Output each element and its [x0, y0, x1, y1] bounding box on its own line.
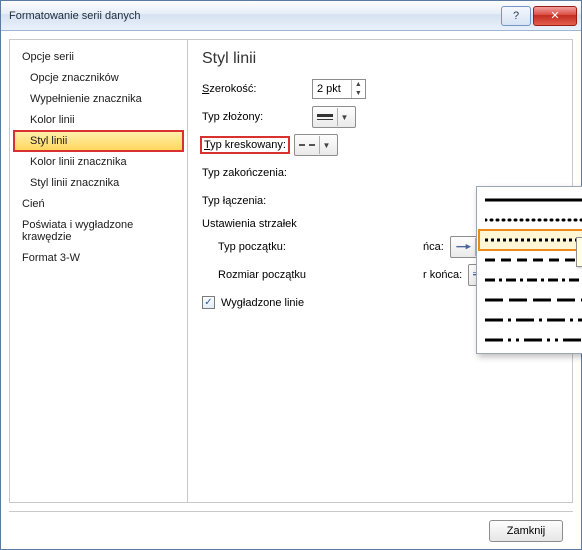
width-value: 2 pkt: [313, 83, 351, 95]
panel-heading: Styl linii: [202, 50, 558, 68]
row-dash: Typ kreskowany: ▼: [202, 134, 558, 156]
close-icon: ✕: [550, 9, 559, 22]
spinner-arrows: ▲ ▼: [351, 80, 365, 98]
dialog-window: Formatowanie serii danych ? ✕ Opcje seri…: [0, 0, 582, 550]
dialog-body: Opcje serii Opcje znaczników Wypełnienie…: [1, 31, 581, 511]
dash-option-square-dot[interactable]: [480, 231, 582, 249]
help-button[interactable]: ?: [501, 6, 531, 26]
window-title: Formatowanie serii danych: [9, 10, 499, 22]
compound-type-combo[interactable]: ▼: [312, 106, 356, 128]
dialog-footer: Zamknij: [9, 511, 573, 549]
help-icon: ?: [513, 10, 519, 22]
cap-label: Typ zakończenia:: [202, 167, 312, 179]
compound-preview-icon: [317, 114, 333, 121]
chevron-down-icon: ▼: [337, 108, 351, 126]
dash-option-dash-dot[interactable]: [480, 271, 582, 289]
width-spinner[interactable]: 2 pkt ▲ ▼: [312, 79, 366, 99]
dash-preview-icon: [299, 144, 315, 146]
dash-option-long-dash[interactable]: [480, 291, 582, 309]
smoothed-checkbox[interactable]: ✓: [202, 296, 215, 309]
row-cap: Typ zakończenia:: [202, 162, 558, 184]
category-nav: Opcje serii Opcje znaczników Wypełnienie…: [9, 39, 187, 503]
width-label: Szerokość:: [202, 83, 312, 95]
nav-item-opcje-serii[interactable]: Opcje serii: [14, 47, 183, 67]
nav-item-styl-linii-znacznika[interactable]: Styl linii znacznika: [14, 173, 183, 193]
chevron-down-icon: ▼: [319, 136, 333, 154]
begin-type-label: Typ początku:: [218, 241, 328, 253]
nav-item-kolor-linii[interactable]: Kolor linii: [14, 110, 183, 130]
nav-item-poswiata[interactable]: Poświata i wygładzone krawędzie: [14, 215, 183, 247]
spinner-down-icon[interactable]: ▼: [352, 89, 365, 98]
dash-type-combo[interactable]: ▼: [294, 134, 338, 156]
nav-item-format-3w[interactable]: Format 3-W: [14, 248, 183, 268]
close-button-label: Zamknij: [507, 525, 546, 537]
settings-panel: Styl linii Szerokość: 2 pkt ▲ ▼ Typ złoż…: [187, 39, 573, 503]
nav-item-cien[interactable]: Cień: [14, 194, 183, 214]
smoothed-label: Wygładzone linie: [221, 297, 304, 309]
arrow-end-preview-icon: [455, 244, 471, 249]
end-type-label-partial: ńca:: [423, 241, 444, 253]
dash-option-round-dot[interactable]: [480, 211, 582, 229]
spinner-up-icon[interactable]: ▲: [352, 80, 365, 89]
nav-item-styl-linii[interactable]: Styl linii: [14, 131, 183, 151]
row-compound: Typ złożony: ▼: [202, 106, 558, 128]
close-button[interactable]: Zamknij: [489, 520, 563, 542]
begin-size-label: Rozmiar początku: [218, 269, 328, 281]
titlebar: Formatowanie serii danych ? ✕: [1, 1, 581, 31]
dash-option-long-dash-dot-dot[interactable]: [480, 331, 582, 349]
dash-label: Typ kreskowany:: [202, 138, 288, 152]
dash-option-solid[interactable]: [480, 191, 582, 209]
dash-type-dropdown: [476, 186, 582, 354]
dash-option-dash[interactable]: [480, 251, 582, 269]
nav-item-opcje-znacznikow[interactable]: Opcje znaczników: [14, 68, 183, 88]
nav-item-wypelnienie-znacznika[interactable]: Wypełnienie znacznika: [14, 89, 183, 109]
dash-option-tooltip: Kwadratowa kropka: [576, 237, 582, 267]
compound-label: Typ złożony:: [202, 111, 312, 123]
dash-option-long-dash-dot[interactable]: [480, 311, 582, 329]
close-window-button[interactable]: ✕: [533, 6, 577, 26]
nav-item-kolor-linii-znacznika[interactable]: Kolor linii znacznika: [14, 152, 183, 172]
row-width: Szerokość: 2 pkt ▲ ▼: [202, 78, 558, 100]
end-size-label-partial: r końca:: [423, 269, 462, 281]
join-label: Typ łączenia:: [202, 195, 312, 207]
